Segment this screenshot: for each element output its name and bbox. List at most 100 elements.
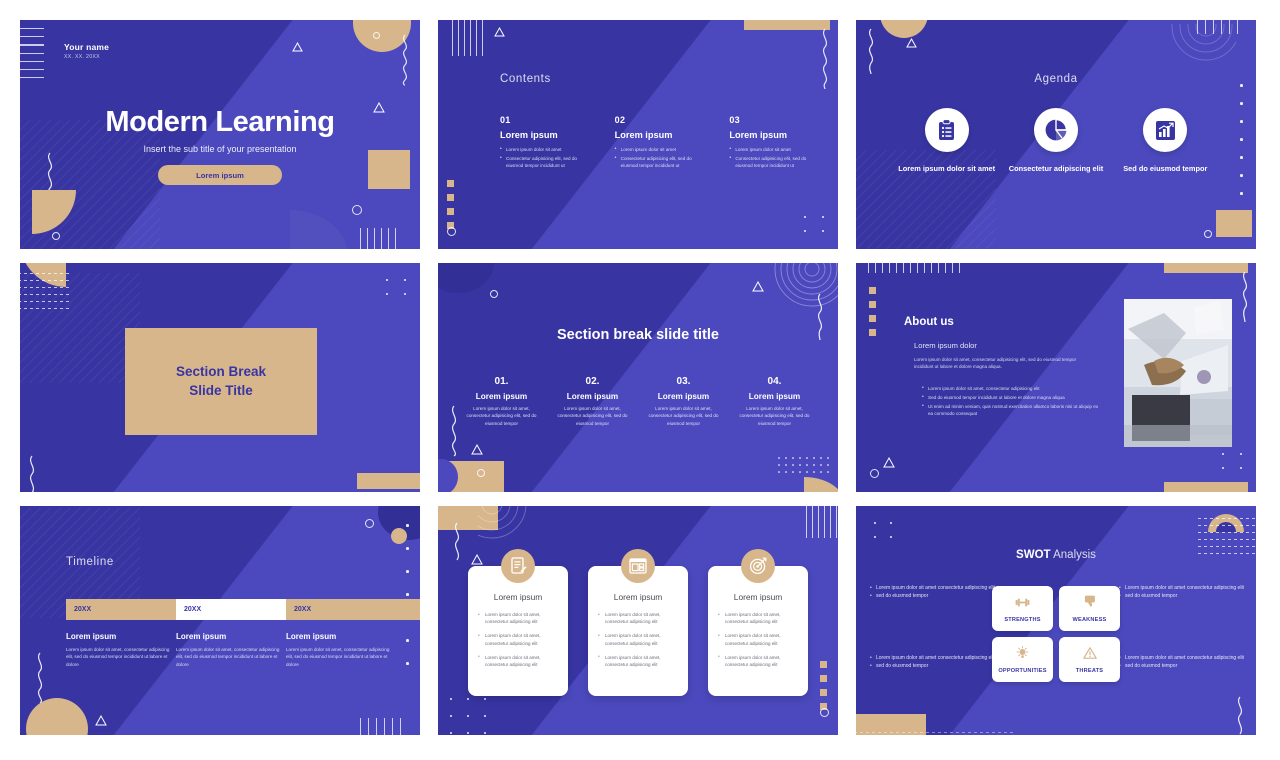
page-title: SWOT Analysis (856, 549, 1256, 561)
timeline-segment[interactable]: 20XX (176, 599, 286, 620)
column-number: 01. (494, 376, 509, 387)
section-break-box: Section Break Slide Title (125, 328, 317, 435)
timeline-column[interactable]: Lorem ipsum Lorem ipsum dolor sit amet, … (66, 632, 174, 668)
card-row: Lorem ipsum Lorem ipsum dolor sit amet, … (468, 549, 808, 696)
list-item: sed do eiusmod tempor (870, 662, 995, 671)
list-item: sed do eiusmod tempor (1119, 662, 1244, 671)
slide-section-break-box[interactable]: Section Break Slide Title (20, 263, 420, 492)
contents-column[interactable]: 01 Lorem ipsum Lorem ipsum dolor sit ame… (500, 115, 589, 171)
column-heading: Lorem ipsum (176, 632, 227, 641)
list-item: Consectetur adipisicing elit, sed do eiu… (615, 155, 704, 169)
contents-column[interactable]: 02 Lorem ipsum Lorem ipsum dolor sit ame… (615, 115, 704, 171)
slide-timeline[interactable]: Timeline 20XX 20XX 20XX Lorem ipsum Lore… (20, 506, 420, 735)
column-number: 02. (585, 376, 600, 387)
agenda-item-label: Sed do eiusmod tempor (1123, 164, 1208, 173)
column-number: 03. (676, 376, 691, 387)
slide-contents[interactable]: Contents 01 Lorem ipsum Lorem ipsum dolo… (438, 20, 838, 249)
swot-note-top-left: Lorem ipsum dolor sit amet consectetur a… (870, 583, 995, 601)
card-heading: Lorem ipsum (733, 592, 783, 602)
section-column[interactable]: 02. Lorem ipsum Lorem ipsum dolor sit am… (547, 376, 638, 427)
section-column[interactable]: 03. Lorem ipsum Lorem ipsum dolor sit am… (638, 376, 729, 427)
column-text: Lorem ipsum dolor sit amet, consectetur … (66, 647, 170, 667)
list-item: Lorem ipsum dolor sit amet consectetur a… (1119, 653, 1244, 662)
slide-section-break-four[interactable]: Section break slide title 01. Lorem ipsu… (438, 263, 838, 492)
slide-deck-grid: Your name XX. XX. 20XX Modern Learning I… (0, 0, 1280, 760)
lightbulb-icon (1016, 645, 1029, 664)
timeline-segment[interactable]: 20XX (66, 599, 176, 620)
card-bullets: Lorem ipsum dolor sit amet, consectetur … (597, 610, 679, 668)
contents-column[interactable]: 03 Lorem ipsum Lorem ipsum dolor sit ame… (729, 115, 818, 171)
contents-heading: Lorem ipsum (500, 130, 558, 140)
agenda-item-label: Consectetur adipiscing elit (1008, 164, 1104, 173)
section-columns: 01. Lorem ipsum Lorem ipsum dolor sit am… (456, 376, 820, 427)
agenda-item[interactable]: Consectetur adipiscing elit (1004, 108, 1108, 174)
timeline-segment[interactable]: 20XX (286, 599, 420, 620)
list-item: Ut enim ad minim veniam, quis nostrud ex… (922, 403, 1102, 417)
about-photo (1124, 299, 1232, 447)
thumbs-down-icon (1084, 595, 1096, 613)
contents-heading: Lorem ipsum (614, 130, 673, 140)
slide-swot[interactable]: SWOT Analysis Lorem ipsum dolor sit amet… (856, 506, 1256, 735)
contents-bullets: Lorem ipsum dolor sit amet Consectetur a… (500, 145, 589, 169)
page-title: About us (904, 316, 954, 328)
agenda-item-label: Lorem ipsum dolor sit amet (898, 164, 996, 173)
timeline-column[interactable]: Lorem ipsum Lorem ipsum dolor sit amet, … (286, 632, 394, 668)
presentation-date: XX. XX. 20XX (64, 54, 100, 60)
card-heading: Lorem ipsum (613, 592, 663, 602)
swot-cell-opportunities[interactable]: OPPORTUNITIES (992, 637, 1053, 682)
page-subtitle: Insert the sub title of your presentatio… (143, 144, 297, 154)
info-card[interactable]: Lorem ipsum Lorem ipsum dolor sit amet, … (588, 549, 688, 696)
agenda-item[interactable]: Sed do eiusmod tempor (1113, 108, 1217, 174)
timeline-column[interactable]: Lorem ipsum Lorem ipsum dolor sit amet, … (176, 632, 284, 668)
column-heading: Lorem ipsum (748, 392, 801, 401)
swot-cell-strengths[interactable]: STRENGTHS (992, 586, 1053, 631)
list-item: Lorem ipsum dolor sit amet consectetur a… (870, 583, 995, 592)
swot-cell-label: STRENGTHS (1004, 616, 1041, 623)
list-item: Sed do eiusmod tempor incididunt ut labo… (922, 394, 1102, 402)
list-item: Lorem ipsum dolor sit amet, consectetur … (597, 653, 679, 668)
document-edit-icon (501, 549, 535, 583)
pie-chart-icon (1033, 108, 1078, 152)
cta-button[interactable]: Lorem ipsum (158, 165, 282, 185)
list-item: Lorem ipsum dolor sit amet, consectetur … (477, 610, 559, 625)
section-column[interactable]: 01. Lorem ipsum Lorem ipsum dolor sit am… (456, 376, 547, 427)
agenda-items: Lorem ipsum dolor sit amet Consectetur a… (892, 108, 1220, 174)
swot-note-bottom-left: Lorem ipsum dolor sit amet consectetur a… (870, 653, 995, 671)
about-subtitle: Lorem ipsum dolor (914, 341, 977, 350)
presenter-name: Your name (64, 42, 110, 52)
contents-bullets: Lorem ipsum dolor sit amet Consectetur a… (615, 145, 704, 169)
contents-heading: Lorem ipsum (729, 130, 788, 140)
agenda-item[interactable]: Lorem ipsum dolor sit amet (895, 108, 999, 174)
slide-about-us[interactable]: About us Lorem ipsum dolor Lorem ipsum d… (856, 263, 1256, 492)
slide-agenda[interactable]: Agenda Lorem ipsum dolor sit amet Consec… (856, 20, 1256, 249)
contents-number: 01 (500, 115, 511, 125)
list-item: sed do eiusmod tempor (870, 592, 995, 601)
list-item: Lorem ipsum dolor sit amet (500, 145, 589, 153)
swot-title-light: Analysis (1050, 549, 1096, 561)
list-item: Consectetur adipisicing elit, sed do eiu… (500, 155, 589, 169)
about-paragraph: Lorem ipsum dolor sit amet, consectetur … (914, 357, 1077, 370)
contents-number: 02 (614, 115, 626, 125)
column-heading: Lorem ipsum (66, 632, 117, 641)
list-item: Lorem ipsum dolor sit amet (729, 145, 818, 153)
swot-cell-weakness[interactable]: WEAKNESS (1059, 586, 1120, 631)
swot-cell-threats[interactable]: THREATS (1059, 637, 1120, 682)
section-column[interactable]: 04. Lorem ipsum Lorem ipsum dolor sit am… (729, 376, 820, 427)
column-text: Lorem ipsum dolor sit amet, consectetur … (176, 647, 280, 667)
list-item: Consectetur adipisicing elit, sed do eiu… (729, 155, 818, 169)
list-item: sed do eiusmod tempor (1119, 592, 1244, 601)
slide-title[interactable]: Your name XX. XX. 20XX Modern Learning I… (20, 20, 420, 249)
slide-three-cards[interactable]: Lorem ipsum Lorem ipsum dolor sit amet, … (438, 506, 838, 735)
info-card[interactable]: Lorem ipsum Lorem ipsum dolor sit amet, … (708, 549, 808, 696)
list-item: Lorem ipsum dolor sit amet consectetur a… (1119, 583, 1244, 592)
info-card[interactable]: Lorem ipsum Lorem ipsum dolor sit amet, … (468, 549, 568, 696)
list-item: Lorem ipsum dolor sit amet, consectetur … (717, 632, 799, 646)
page-title: Section break slide title (557, 327, 719, 343)
list-item: Lorem ipsum dolor sit amet, consectetur … (597, 610, 679, 625)
list-item: Lorem ipsum dolor sit amet, consectetur … (922, 384, 1102, 392)
swot-cell-label: OPPORTUNITIES (998, 667, 1047, 674)
column-text: Lorem ipsum dolor sit amet, consectetur … (739, 406, 810, 426)
swot-cell-label: THREATS (1075, 667, 1104, 674)
contents-bullets: Lorem ipsum dolor sit amet Consectetur a… (729, 145, 818, 169)
section-title-line1: Section Break (175, 364, 267, 380)
